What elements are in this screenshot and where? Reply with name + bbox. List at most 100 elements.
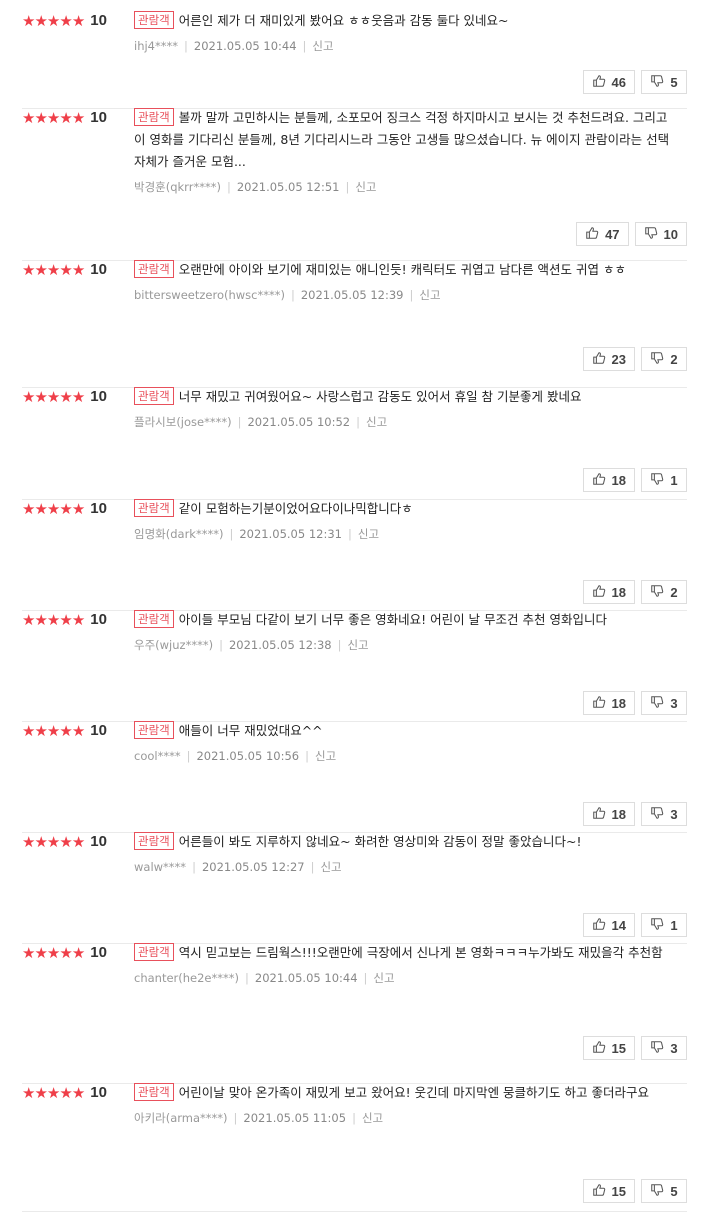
- report-link[interactable]: 신고: [315, 749, 336, 763]
- review-date: 2021.05.05 11:05: [243, 1111, 347, 1125]
- dislike-button[interactable]: 2: [641, 580, 687, 604]
- report-link[interactable]: 신고: [358, 527, 379, 541]
- report-link[interactable]: 신고: [355, 180, 376, 194]
- review-item: ★ ★ ★ ★ ★ 10 관람객 볼까 말까 고민하시는 분들께, 소포모어 징크…: [22, 108, 687, 261]
- star-icon: ★: [22, 944, 35, 962]
- score-value: 10: [90, 388, 107, 405]
- star-rating: ★ ★ ★ ★ ★ 10: [22, 722, 107, 740]
- review-text-line: 관람객 어린이날 맞아 온가족이 재밌게 보고 왔어요! 웃긴데 마지막엔 뭉클하…: [134, 1082, 673, 1104]
- thumbs-up-icon: [592, 806, 612, 823]
- dislike-button[interactable]: 3: [641, 1036, 687, 1060]
- review-text-line: 관람객 같이 모험하는기분이었어요다이나믹합니다ㅎ: [134, 498, 673, 520]
- divider: |: [237, 415, 242, 429]
- review-text: 너무 재밌고 귀여웠어요~ 사랑스럽고 감동도 있어서 휴일 참 기분좋게 봤네…: [178, 389, 582, 404]
- dislike-button[interactable]: 1: [641, 913, 687, 937]
- vote-buttons: 47 10: [576, 222, 687, 246]
- author-id[interactable]: 플라시보(jose****): [134, 415, 232, 429]
- star-icon: ★: [34, 833, 47, 851]
- review-text-line: 관람객 애들이 너무 재밌었대요^^: [134, 720, 673, 742]
- review-meta: bittersweetzero(hwsc****) | 2021.05.05 12:…: [134, 287, 673, 303]
- vote-buttons: 18 2: [582, 580, 687, 604]
- author-id[interactable]: 임명화(dark****): [134, 527, 223, 541]
- thumbs-down-icon: [650, 695, 670, 712]
- star-icon: ★: [46, 944, 60, 962]
- star-icon: ★: [71, 611, 85, 629]
- dislike-button[interactable]: 2: [641, 347, 687, 371]
- author-id[interactable]: 박경훈(qkrr****): [134, 180, 221, 194]
- like-count: 18: [611, 695, 626, 711]
- star-icon: ★: [46, 611, 60, 629]
- review-text-line: 관람객 어른인 제가 더 재미있게 봤어요 ㅎㅎ웃음과 감동 둘다 있네요~: [134, 10, 673, 32]
- report-link[interactable]: 신고: [419, 288, 440, 302]
- star-icon: ★: [34, 611, 47, 629]
- author-id[interactable]: chanter(he2e****): [134, 971, 239, 985]
- star-rating: ★ ★ ★ ★ ★ 10: [22, 944, 107, 962]
- vote-buttons: 15 3: [582, 1036, 687, 1060]
- divider: |: [186, 749, 191, 763]
- score-value: 10: [90, 261, 107, 278]
- like-button[interactable]: 47: [576, 222, 629, 246]
- report-link[interactable]: 신고: [320, 860, 341, 874]
- author-id[interactable]: walw****: [134, 860, 186, 874]
- like-count: 46: [611, 74, 626, 90]
- like-button[interactable]: 18: [582, 468, 635, 492]
- thumbs-up-icon: [592, 1040, 612, 1057]
- star-icon: ★: [34, 500, 47, 518]
- star-rating: ★ ★ ★ ★ ★ 10: [22, 1084, 107, 1102]
- author-id[interactable]: ihj4****: [134, 39, 178, 53]
- review-item: ★ ★ ★ ★ ★ 10 관람객 어린이날 맞아 온가족이 재밌게 보고 왔어요!…: [22, 1082, 687, 1212]
- review-date: 2021.05.05 12:51: [236, 180, 340, 194]
- star-icon: ★: [22, 388, 35, 406]
- star-icon: ★: [46, 1084, 60, 1102]
- dislike-button[interactable]: 3: [641, 691, 687, 715]
- review-meta: walw**** | 2021.05.05 12:27 | 신고: [134, 859, 673, 875]
- dislike-button[interactable]: 5: [641, 1179, 687, 1203]
- report-link[interactable]: 신고: [373, 971, 394, 985]
- review-date: 2021.05.05 10:44: [193, 39, 297, 53]
- audience-badge: 관람객: [134, 108, 174, 126]
- review-item: ★ ★ ★ ★ ★ 10 관람객 역시 믿고보는 드림웍스!!!오랜만에 극장에서…: [22, 943, 687, 1084]
- dislike-button[interactable]: 10: [634, 222, 687, 246]
- like-button[interactable]: 46: [582, 70, 635, 94]
- review-content: 관람객 오랜만에 아이와 보기에 재미있는 애니인듯! 캐릭터도 귀엽고 남다른 …: [134, 260, 673, 303]
- review-content: 관람객 같이 모험하는기분이었어요다이나믹합니다ㅎ 임명화(dark****) | 2…: [134, 498, 673, 542]
- thumbs-up-icon: [592, 472, 612, 489]
- like-button[interactable]: 15: [582, 1179, 635, 1203]
- author-id[interactable]: cool****: [134, 749, 181, 763]
- report-link[interactable]: 신고: [362, 1111, 383, 1125]
- thumbs-up-icon: [592, 584, 612, 601]
- review-date: 2021.05.05 12:39: [300, 288, 404, 302]
- divider: |: [245, 971, 249, 985]
- score-value: 10: [90, 611, 107, 628]
- like-button[interactable]: 14: [582, 913, 635, 937]
- star-rating: ★ ★ ★ ★ ★ 10: [22, 388, 107, 406]
- star-icon: ★: [22, 500, 35, 518]
- review-text: 어린이날 맞아 온가족이 재밌게 보고 왔어요! 웃긴데 마지막엔 뭉클하기도 …: [178, 1085, 649, 1100]
- like-button[interactable]: 18: [582, 580, 635, 604]
- report-link[interactable]: 신고: [312, 39, 333, 53]
- review-item: ★ ★ ★ ★ ★ 10 관람객 어른들이 봐도 지루하지 않네요~ 화려한 영상…: [22, 832, 687, 944]
- dislike-button[interactable]: 5: [641, 70, 687, 94]
- author-id[interactable]: 우주(wjuz****): [134, 638, 213, 652]
- vote-buttons: 14 1: [582, 913, 687, 937]
- author-id[interactable]: 아키라(arma****): [134, 1111, 228, 1125]
- review-date: 2021.05.05 12:27: [201, 860, 305, 874]
- score-value: 10: [90, 500, 107, 517]
- like-button[interactable]: 18: [582, 802, 635, 826]
- report-link[interactable]: 신고: [366, 415, 387, 429]
- review-text: 볼까 말까 고민하시는 분들께, 소포모어 징크스 걱정 하지마시고 보시는 것…: [134, 110, 670, 169]
- thumbs-down-icon: [650, 1183, 670, 1200]
- review-date: 2021.05.05 10:52: [247, 415, 351, 429]
- review-text: 아이들 부모님 다같이 보기 너무 좋은 영화네요! 어린이 날 무조건 추천 …: [178, 612, 607, 627]
- author-id[interactable]: bittersweetzero(hwsc****): [134, 288, 285, 302]
- report-link[interactable]: 신고: [347, 638, 368, 652]
- like-button[interactable]: 18: [582, 691, 635, 715]
- star-icon: ★: [71, 261, 85, 279]
- review-meta: 임명화(dark****) | 2021.05.05 12:31 | 신고: [134, 526, 673, 542]
- dislike-button[interactable]: 3: [641, 802, 687, 826]
- like-button[interactable]: 15: [582, 1036, 635, 1060]
- dislike-button[interactable]: 1: [641, 468, 687, 492]
- like-button[interactable]: 23: [582, 347, 635, 371]
- thumbs-down-icon: [650, 584, 670, 601]
- divider: |: [347, 527, 352, 541]
